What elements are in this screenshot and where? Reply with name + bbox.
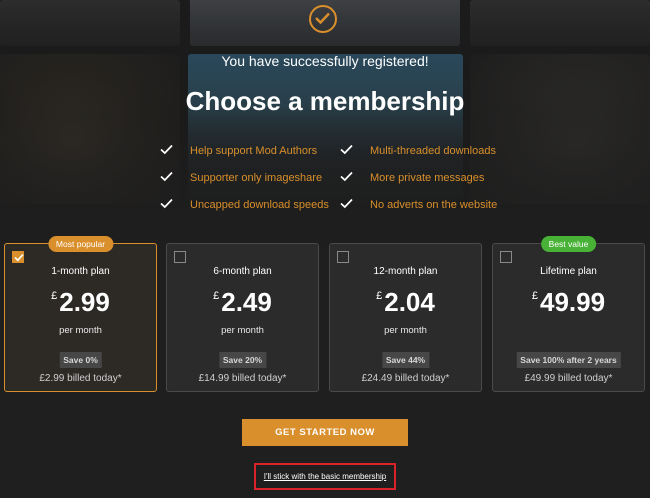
plan-price: £49.99 (493, 287, 644, 318)
success-message: You have successfully registered! (221, 53, 429, 69)
plan-price: £2.99 (5, 287, 156, 318)
check-icon (160, 198, 173, 209)
plan-price: £2.04 (330, 287, 481, 318)
check-icon (160, 144, 173, 155)
plan-name: 6-month plan (213, 266, 272, 277)
check-icon (340, 144, 353, 155)
get-started-button[interactable]: GET STARTED NOW (242, 419, 408, 446)
price-period: per month (221, 325, 264, 336)
price-period: per month (384, 325, 427, 336)
check-circle-icon (309, 5, 337, 33)
check-icon (14, 253, 24, 262)
currency-symbol: £ (531, 290, 539, 302)
plan-checkbox[interactable] (174, 251, 186, 263)
plan-checkbox[interactable] (500, 251, 512, 263)
price-amount: 2.49 (221, 287, 272, 317)
benefit-label: Supporter only imageshare (190, 172, 323, 184)
check-icon (340, 198, 353, 209)
currency-symbol: £ (376, 290, 383, 302)
benefit-label: More private messages (370, 172, 485, 184)
billed-today: £49.99 billed today* (524, 373, 613, 384)
plan-name: Lifetime plan (540, 266, 597, 277)
plan-card-6-month[interactable]: 6-month plan £2.49 per month Save 20% £1… (166, 243, 319, 392)
plan-checkbox[interactable] (12, 251, 24, 263)
currency-symbol: £ (51, 290, 58, 302)
currency-symbol: £ (213, 290, 220, 302)
savings-badge: Save 0% (59, 352, 102, 368)
benefit-label: No adverts on the website (370, 199, 498, 211)
plan-price: £2.49 (167, 287, 318, 318)
check-icon (160, 171, 173, 182)
benefit-label: Multi-threaded downloads (370, 145, 496, 157)
plan-name: 12-month plan (373, 266, 438, 277)
billed-today: £14.99 billed today* (198, 373, 287, 384)
page-title: Choose a membership (185, 86, 465, 116)
most-popular-badge: Most popular (47, 236, 114, 252)
best-value-badge: Best value (540, 236, 597, 252)
plan-card-lifetime[interactable]: Best value Lifetime plan £49.99 Save 100… (492, 236, 645, 392)
billed-today: £24.49 billed today* (361, 373, 450, 384)
background-shade (0, 0, 650, 260)
savings-badge: Save 100% after 2 years (516, 352, 621, 368)
benefit-label: Help support Mod Authors (190, 145, 318, 157)
price-amount: 2.99 (59, 287, 110, 317)
price-amount: 2.04 (384, 287, 435, 317)
plan-name: 1-month plan (51, 266, 110, 277)
check-icon (340, 171, 353, 182)
plan-card-1-month[interactable]: Most popular 1-month plan £2.99 per mont… (4, 236, 157, 392)
plan-card-12-month[interactable]: 12-month plan £2.04 per month Save 44% £… (329, 243, 482, 392)
price-amount: 49.99 (540, 287, 606, 317)
savings-badge: Save 44% (381, 352, 430, 368)
background-collage (0, 0, 650, 260)
plan-checkbox[interactable] (337, 251, 349, 263)
highlight-box: I'll stick with the basic membership (254, 463, 396, 490)
billed-today: £2.99 billed today* (39, 373, 122, 384)
price-period: per month (59, 325, 102, 336)
benefit-label: Uncapped download speeds (190, 199, 329, 211)
savings-badge: Save 20% (218, 352, 267, 368)
basic-membership-link[interactable]: I'll stick with the basic membership (256, 472, 394, 481)
